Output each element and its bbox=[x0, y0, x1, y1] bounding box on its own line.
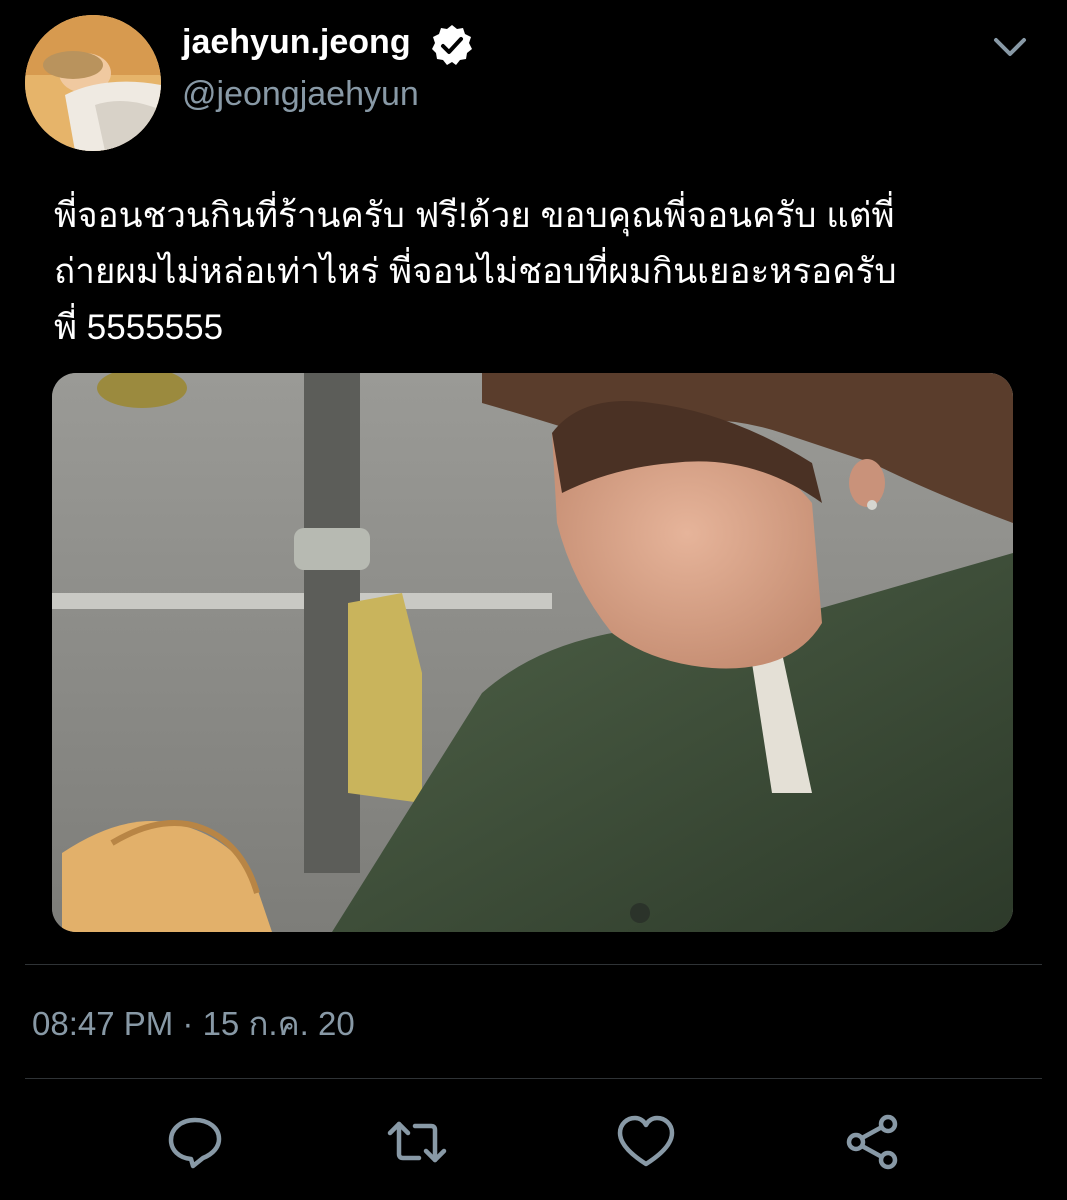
tweet-text: พี่จอนชวนกินที่ร้านครับ ฟรี!ด้วย ขอบคุณพ… bbox=[54, 188, 1014, 356]
tweet-text-line: พี่จอนชวนกินที่ร้านครับ ฟรี!ด้วย ขอบคุณพ… bbox=[54, 196, 895, 235]
verified-badge-icon bbox=[432, 25, 472, 65]
divider bbox=[25, 964, 1042, 965]
chevron-down-icon[interactable] bbox=[988, 30, 1032, 64]
user-avatar[interactable] bbox=[25, 15, 161, 151]
tweet-timestamp[interactable]: 08:47 PM · 15 ก.ค. 20 bbox=[32, 1002, 355, 1046]
retweet-icon bbox=[387, 1121, 447, 1163]
avatar-photo bbox=[25, 15, 161, 151]
display-name[interactable]: jaehyun.jeong bbox=[182, 22, 411, 62]
like-icon bbox=[617, 1115, 675, 1167]
tweet-media-photo[interactable] bbox=[52, 373, 1013, 932]
share-icon bbox=[846, 1114, 898, 1170]
tweet-text-line: ถ่ายผมไม่หล่อเท่าไหร่ พี่จอนไม่ชอบที่ผมก… bbox=[54, 252, 897, 291]
reply-icon bbox=[168, 1117, 222, 1169]
divider bbox=[25, 1078, 1042, 1079]
tweet-text-line: พี่ 5555555 bbox=[54, 308, 224, 347]
retweet-button[interactable] bbox=[385, 1112, 449, 1172]
photo-image bbox=[52, 373, 1013, 932]
reply-button[interactable] bbox=[163, 1112, 227, 1172]
share-button[interactable] bbox=[840, 1112, 904, 1172]
username[interactable]: @jeongjaehyun bbox=[182, 74, 419, 114]
like-button[interactable] bbox=[614, 1112, 678, 1172]
